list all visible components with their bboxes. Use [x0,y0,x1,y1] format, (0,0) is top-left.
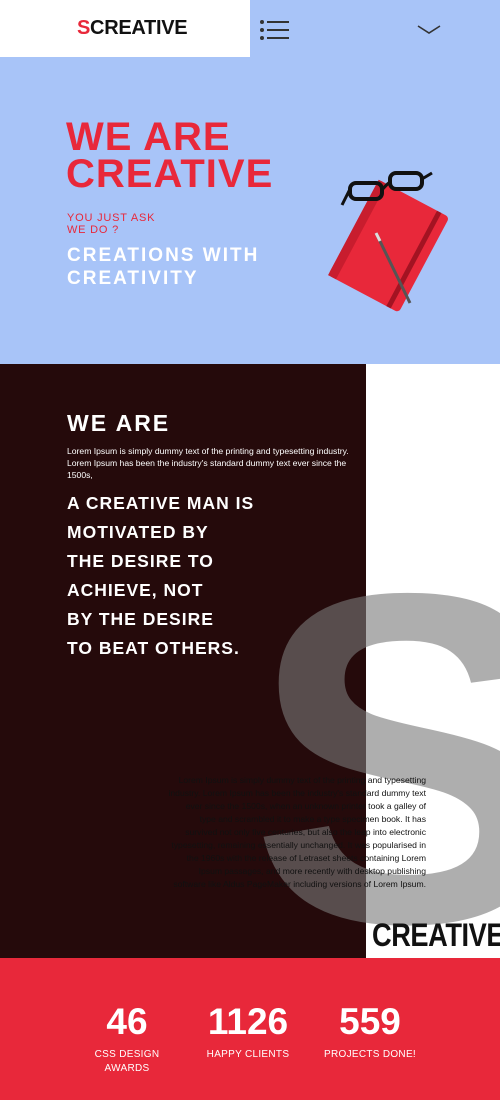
chevron-down-icon[interactable] [415,20,443,38]
hamburger-menu-icon[interactable] [259,19,290,41]
header-logo-area: SCREATIVE [0,0,250,57]
hero-subtitle: CREATIONS WITH CREATIVITY [67,244,259,290]
stat-awards: 46 CSS DESIGN AWARDS [72,1002,182,1076]
quote-line: TO BEAT OTHERS. [67,638,240,658]
notebook-glasses-pen-icon [328,171,448,312]
stat-number: 1126 [207,1001,289,1042]
quote-line: BY THE DESIRE [67,609,214,629]
hero-subtitle-line-2: CREATIVITY [67,268,199,289]
quote-line: MOTIVATED BY [67,522,209,542]
stat-label-line-2: AWARDS [104,1063,150,1074]
hero-ask-text: YOU JUST ASK WE DO ? [67,212,155,236]
hero-section: WE ARE CREATIVE YOU JUST ASK WE DO ? CRE… [0,57,500,364]
quote-line: THE DESIRE TO [67,551,214,571]
hero-title-line-2: CREATIVE [66,152,274,196]
about-body-text: Lorem Ipsum is simply dummy text of the … [168,775,426,889]
header: SCREATIVE [0,0,500,57]
stat-label: PROJECTS DONE! [324,1049,416,1060]
stat-label: HAPPY CLIENTS [206,1049,290,1060]
quote-line: ACHIEVE, NOT [67,580,204,600]
about-section: S WE ARE Lorem Ipsum is simply dummy tex… [0,364,500,958]
logo-text: CREATIVE [90,17,188,39]
logo-initial: S [77,17,91,39]
hero-title: WE ARE CREATIVE [66,117,316,196]
stat-clients: 1126 HAPPY CLIENTS [193,1002,303,1062]
about-title: WE ARE [67,410,171,436]
stats-section: 46 CSS DESIGN AWARDS 1126 HAPPY CLIENTS … [0,958,500,1100]
logo[interactable]: SCREATIVE [77,17,188,40]
quote-line: A CREATIVE MAN IS [67,493,255,513]
stat-number: 559 [339,1001,401,1042]
quote: A CREATIVE MAN IS MOTIVATED BY THE DESIR… [67,489,367,663]
creative-word: CREATIVE [372,917,500,953]
hero-ask-line-1: YOU JUST ASK [67,212,156,224]
about-intro-text: Lorem Ipsum is simply dummy text of the … [67,446,349,480]
stat-label-line-1: CSS DESIGN [94,1049,160,1060]
stat-label: CSS DESIGN AWARDS [72,1048,182,1076]
hero-subtitle-line-1: CREATIONS WITH [67,245,260,266]
hero-ask-line-2: WE DO ? [67,224,120,236]
stat-number: 46 [106,1001,148,1042]
stat-projects: 559 PROJECTS DONE! [315,1002,425,1062]
